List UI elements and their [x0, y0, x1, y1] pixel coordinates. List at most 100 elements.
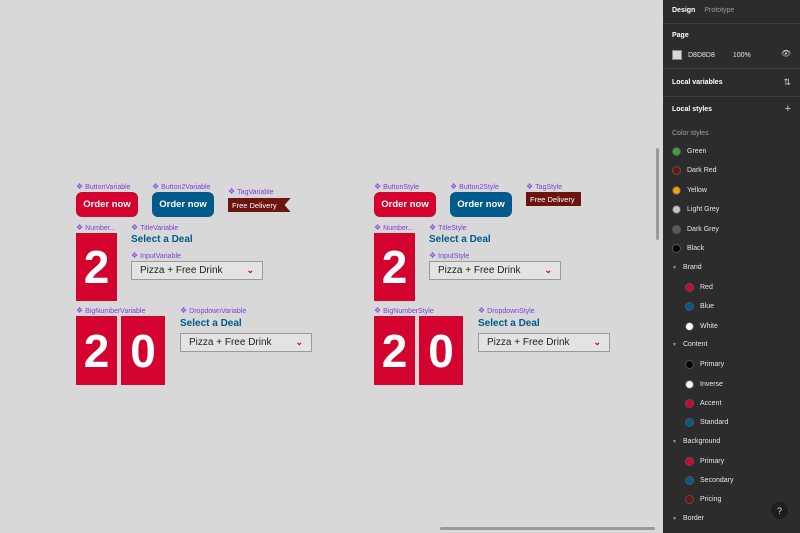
vertical-scrollbar[interactable]: [656, 148, 659, 240]
style-item-green[interactable]: Green: [672, 147, 706, 156]
eye-icon[interactable]: 👁: [781, 49, 791, 58]
style-item-background-primary[interactable]: Primary: [685, 457, 724, 466]
style-item-dark-red[interactable]: Dark Red: [672, 166, 717, 175]
number-tile-style[interactable]: 2: [374, 233, 415, 301]
component-label-bignumber-style[interactable]: ❖ BigNumberStyle: [374, 307, 434, 315]
component-icon: ❖: [180, 306, 188, 315]
help-button[interactable]: ?: [771, 502, 788, 519]
component-icon: ❖: [429, 223, 437, 232]
style-item-black[interactable]: Black: [672, 244, 704, 253]
local-variables-title[interactable]: Local variables: [672, 79, 723, 86]
big-number-digit-2-variable[interactable]: 0: [121, 316, 165, 385]
page-opacity-value[interactable]: 100%: [733, 52, 751, 59]
component-label-input-variable[interactable]: ❖ InputVariable: [131, 252, 181, 260]
caret-down-icon[interactable]: ▼: [672, 439, 677, 445]
adjust-icon[interactable]: ⇅: [783, 77, 791, 88]
component-icon: ❖: [478, 306, 486, 315]
component-icon: ❖: [429, 251, 437, 260]
order-now-blue-button-variable[interactable]: Order now: [152, 192, 214, 217]
page-section-title: Page: [672, 32, 689, 39]
horizontal-scrollbar[interactable]: [440, 527, 655, 530]
tab-design[interactable]: Design: [672, 7, 695, 14]
order-now-button-style[interactable]: Order now: [374, 192, 436, 217]
style-group-border[interactable]: ▼ Border: [672, 515, 704, 522]
component-label-input-style[interactable]: ❖ InputStyle: [429, 252, 469, 260]
component-label-bignumber-variable[interactable]: ❖ BigNumberVariable: [76, 307, 145, 315]
chevron-down-icon: ⌄: [295, 337, 303, 347]
add-style-icon[interactable]: +: [785, 103, 791, 115]
component-icon: ❖: [374, 223, 382, 232]
component-label-button-variable[interactable]: ❖ ButtonVariable: [76, 183, 131, 191]
order-now-button-variable[interactable]: Order now: [76, 192, 138, 217]
style-item-content-standard[interactable]: Standard: [685, 418, 728, 427]
dropdown-title-variable[interactable]: Select a Deal: [180, 318, 242, 329]
panel-tabs: Design Prototype: [672, 7, 734, 14]
color-swatch: [672, 225, 681, 234]
big-number-digit-2-style[interactable]: 0: [419, 316, 463, 385]
component-icon: ❖: [526, 182, 534, 191]
chevron-down-icon: ⌄: [246, 265, 254, 275]
component-label-title-style[interactable]: ❖ TitleStyle: [429, 224, 467, 232]
dropdown-variable[interactable]: Pizza + Free Drink ⌄: [180, 333, 312, 352]
component-label-title-variable[interactable]: ❖ TitleVariable: [131, 224, 178, 232]
component-label-button2-style[interactable]: ❖ Button2Style: [450, 183, 499, 191]
caret-down-icon[interactable]: ▼: [672, 342, 677, 348]
color-swatch: [685, 360, 694, 369]
style-group-brand[interactable]: ▼ Brand: [672, 264, 702, 271]
color-swatch: [685, 476, 694, 485]
design-canvas[interactable]: ❖ ButtonVariable Order now ❖ Button2Variab…: [0, 0, 663, 533]
big-number-digit-1-variable[interactable]: 2: [76, 316, 117, 385]
input-dropdown-variable[interactable]: Pizza + Free Drink ⌄: [131, 261, 263, 280]
tab-prototype[interactable]: Prototype: [704, 7, 734, 14]
color-swatch: [672, 186, 681, 195]
page-color-swatch[interactable]: [672, 50, 682, 60]
style-item-yellow[interactable]: Yellow: [672, 186, 707, 195]
style-group-background[interactable]: ▼ Background: [672, 438, 720, 445]
title-variable[interactable]: Select a Deal: [131, 234, 193, 245]
chevron-down-icon: ⌄: [544, 265, 552, 275]
page-color-value[interactable]: D8D8D8: [688, 52, 715, 59]
style-item-dark-grey[interactable]: Dark Grey: [672, 225, 719, 234]
component-label-dropdown-variable[interactable]: ❖ DropdownVariable: [180, 307, 246, 315]
component-label-button2-variable[interactable]: ❖ Button2Variable: [152, 183, 210, 191]
style-item-brand-white[interactable]: White: [685, 322, 718, 331]
order-now-blue-button-style[interactable]: Order now: [450, 192, 512, 217]
color-swatch: [685, 399, 694, 408]
style-item-light-grey[interactable]: Light Grey: [672, 205, 719, 214]
component-icon: ❖: [374, 182, 382, 191]
component-label-number-variable[interactable]: ❖ Number...: [76, 224, 116, 232]
input-dropdown-style[interactable]: Pizza + Free Drink ⌄: [429, 261, 561, 280]
caret-down-icon[interactable]: ▼: [672, 516, 677, 522]
free-delivery-tag-variable[interactable]: Free Delivery: [228, 198, 291, 212]
page-color-row[interactable]: D8D8D8 100%: [672, 50, 751, 60]
style-item-brand-red[interactable]: Red: [685, 283, 713, 292]
number-tile-variable[interactable]: 2: [76, 233, 117, 301]
style-item-background-pricing[interactable]: Pricing: [685, 495, 721, 504]
component-icon: ❖: [131, 251, 139, 260]
color-swatch: [672, 147, 681, 156]
dropdown-title-style[interactable]: Select a Deal: [478, 318, 540, 329]
big-number-digit-1-style[interactable]: 2: [374, 316, 415, 385]
style-item-content-primary[interactable]: Primary: [685, 360, 724, 369]
style-item-content-inverse[interactable]: Inverse: [685, 380, 723, 389]
component-label-dropdown-style[interactable]: ❖ DropdownStyle: [478, 307, 535, 315]
color-swatch: [685, 418, 694, 427]
divider: [663, 96, 800, 97]
component-icon: ❖: [76, 306, 84, 315]
component-label-tag-variable[interactable]: ❖ TagVariable: [228, 188, 274, 196]
style-item-background-secondary[interactable]: Secondary: [685, 476, 733, 485]
style-group-content[interactable]: ▼ Content: [672, 341, 707, 348]
caret-down-icon[interactable]: ▼: [672, 265, 677, 271]
color-swatch: [672, 166, 681, 175]
design-panel: Design Prototype Page D8D8D8 100% 👁 Loca…: [663, 0, 800, 533]
component-label-number-style[interactable]: ❖ Number...: [374, 224, 414, 232]
component-label-button-style[interactable]: ❖ ButtonStyle: [374, 183, 419, 191]
title-style[interactable]: Select a Deal: [429, 234, 491, 245]
style-item-content-accent[interactable]: Accent: [685, 399, 721, 408]
component-label-tag-style[interactable]: ❖ TagStyle: [526, 183, 562, 191]
style-item-brand-blue[interactable]: Blue: [685, 302, 714, 311]
color-swatch: [685, 283, 694, 292]
dropdown-style[interactable]: Pizza + Free Drink ⌄: [478, 333, 610, 352]
free-delivery-tag-style[interactable]: Free Delivery: [526, 192, 581, 206]
chevron-down-icon: ⌄: [593, 337, 601, 347]
